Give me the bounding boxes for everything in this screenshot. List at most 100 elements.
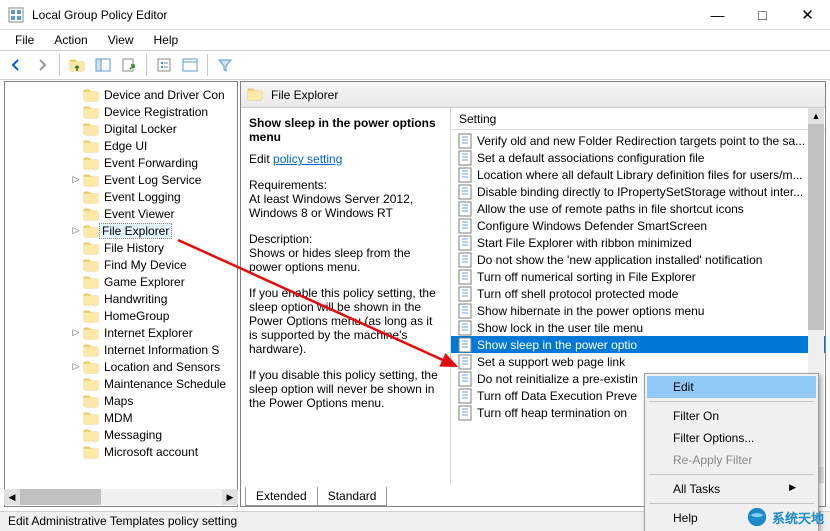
tree-item-homegroup[interactable]: HomeGroup [7,307,237,324]
tree-item-label: Event Logging [102,190,183,204]
folder-icon [83,308,99,324]
folder-icon [83,87,99,103]
description-para2: If you enable this policy setting, the s… [249,286,442,356]
tab-standard[interactable]: Standard [317,487,388,506]
tree-item-device-and-driver-con[interactable]: Device and Driver Con [7,86,237,103]
context-menu-filter-on[interactable]: Filter On [647,405,816,427]
setting-label: Turn off shell protocol protected mode [477,287,678,301]
setting-item[interactable]: Turn off shell protocol protected mode [451,285,825,302]
setting-item[interactable]: Show lock in the user tile menu [451,319,825,336]
context-menu-all-tasks[interactable]: All Tasks▶ [647,478,816,500]
setting-item[interactable]: Allow the use of remote paths in file sh… [451,200,825,217]
tree-expander-icon[interactable]: ▷ [69,361,83,372]
tree-item-label: Maintenance Schedule [102,377,228,391]
properties-button[interactable] [152,53,176,77]
tree-item-label: Internet Information S [102,343,221,357]
tree-item-label: HomeGroup [102,309,171,323]
filter-button[interactable] [213,53,237,77]
folder-icon [83,325,99,341]
tree-item-digital-locker[interactable]: Digital Locker [7,120,237,137]
setting-item[interactable]: Disable binding directly to IPropertySet… [451,183,825,200]
tree-item-label: Location and Sensors [102,360,222,374]
tree-item-game-explorer[interactable]: Game Explorer [7,273,237,290]
tree-expander-icon[interactable]: ▷ [69,174,83,185]
setting-item[interactable]: Set a default associations configuration… [451,149,825,166]
folder-icon [83,291,99,307]
tree-expander-icon[interactable]: ▷ [69,327,83,338]
menu-view[interactable]: View [99,31,143,49]
folder-icon [83,444,99,460]
tab-extended[interactable]: Extended [245,487,318,506]
tree-item-label: Device and Driver Con [102,88,227,102]
folder-icon [83,155,99,171]
show-hide-tree-button[interactable] [91,53,115,77]
context-menu-edit[interactable]: Edit [647,376,816,398]
setting-label: Turn off Data Execution Preve [477,389,637,403]
setting-label: Turn off heap termination on [477,406,627,420]
tree-item-internet-information-s[interactable]: Internet Information S [7,341,237,358]
menu-help[interactable]: Help [145,31,188,49]
up-level-button[interactable] [65,53,89,77]
console-tree[interactable]: Device and Driver ConDevice Registration… [4,81,238,507]
maximize-button[interactable]: □ [740,1,785,29]
tree-expander-icon[interactable]: ▷ [69,225,83,236]
policy-icon [457,184,473,200]
requirements-label: Requirements: [249,178,327,192]
tree-item-event-logging[interactable]: Event Logging [7,188,237,205]
tree-item-edge-ui[interactable]: Edge UI [7,137,237,154]
setting-item[interactable]: Turn off numerical sorting in File Explo… [451,268,825,285]
setting-item[interactable]: Location where all default Library defin… [451,166,825,183]
edit-policy-link[interactable]: policy setting [273,152,342,166]
tree-horizontal-scrollbar[interactable]: ◀ ▶ [4,489,238,505]
tree-item-device-registration[interactable]: Device Registration [7,103,237,120]
folder-icon [83,393,99,409]
setting-item[interactable]: Verify old and new Folder Redirection ta… [451,132,825,149]
policy-icon [457,286,473,302]
setting-item[interactable]: Configure Windows Defender SmartScreen [451,217,825,234]
setting-label: Disable binding directly to IPropertySet… [477,185,803,199]
folder-icon [83,359,99,375]
tree-item-microsoft-account[interactable]: Microsoft account [7,443,237,460]
context-menu-filter-options-[interactable]: Filter Options... [647,427,816,449]
description-text: Shows or hides sleep from the power opti… [249,246,410,274]
tree-item-maps[interactable]: Maps [7,392,237,409]
tree-item-file-history[interactable]: File History [7,239,237,256]
policy-icon [457,320,473,336]
tree-item-mdm[interactable]: MDM [7,409,237,426]
tree-item-handwriting[interactable]: Handwriting [7,290,237,307]
context-menu-separator [649,474,814,475]
refresh-button[interactable] [178,53,202,77]
setting-item[interactable]: Set a support web page link [451,353,825,370]
menu-file[interactable]: File [6,31,43,49]
close-button[interactable]: ✕ [785,1,830,29]
policy-icon [457,405,473,421]
menu-action[interactable]: Action [45,31,96,49]
tree-item-find-my-device[interactable]: Find My Device [7,256,237,273]
forward-button[interactable] [30,53,54,77]
tree-item-event-log-service[interactable]: ▷Event Log Service [7,171,237,188]
settings-column-header[interactable]: Setting [451,108,825,130]
tree-item-messaging[interactable]: Messaging [7,426,237,443]
tree-item-file-explorer[interactable]: ▷ File Explorer [7,222,237,239]
back-button[interactable] [4,53,28,77]
setting-item[interactable]: Show hibernate in the power options menu [451,302,825,319]
tree-item-location-and-sensors[interactable]: ▷ Location and Sensors [7,358,237,375]
minimize-button[interactable]: — [695,1,740,29]
tree-item-maintenance-schedule[interactable]: Maintenance Schedule [7,375,237,392]
watermark-logo-icon [746,506,768,528]
tree-item-label: File Explorer [99,223,172,239]
tree-item-internet-explorer[interactable]: ▷Internet Explorer [7,324,237,341]
tree-item-label: MDM [102,411,135,425]
export-list-button[interactable] [117,53,141,77]
setting-label: Do not show the 'new application install… [477,253,762,267]
requirements-text: At least Windows Server 2012, Windows 8 … [249,192,413,220]
policy-icon [457,388,473,404]
policy-icon [457,337,473,353]
setting-item[interactable]: Start File Explorer with ribbon minimize… [451,234,825,251]
tree-item-label: Event Forwarding [102,156,200,170]
policy-icon [457,371,473,387]
tree-item-event-forwarding[interactable]: Event Forwarding [7,154,237,171]
setting-item[interactable]: Show sleep in the power optio [451,336,825,353]
setting-item[interactable]: Do not show the 'new application install… [451,251,825,268]
tree-item-event-viewer[interactable]: Event Viewer [7,205,237,222]
